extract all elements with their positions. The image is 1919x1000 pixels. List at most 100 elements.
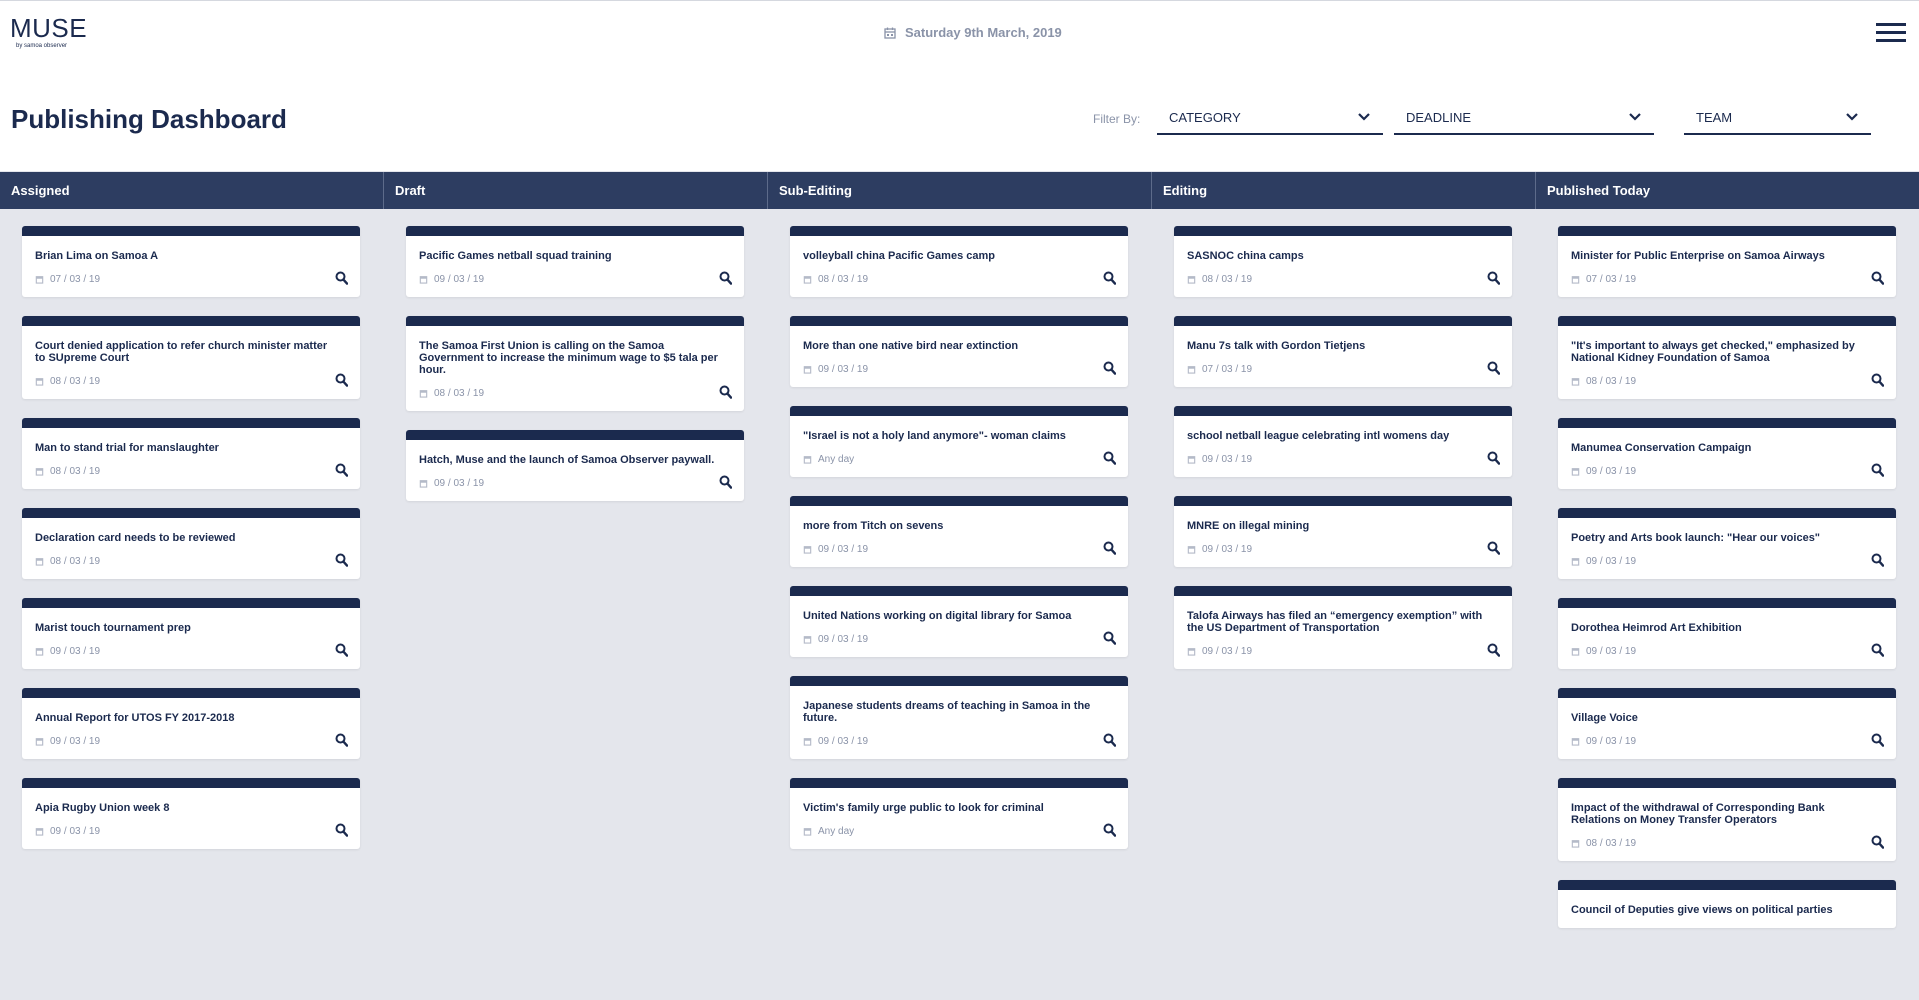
calendar-icon bbox=[1571, 648, 1580, 656]
magnifier-icon[interactable] bbox=[1103, 823, 1116, 837]
magnifier-icon[interactable] bbox=[1871, 373, 1884, 387]
story-card[interactable]: Victim's family urge public to look for … bbox=[790, 778, 1128, 849]
story-card[interactable]: Dorothea Heimrod Art Exhibition 09 / 03 /… bbox=[1558, 598, 1896, 669]
magnifier-icon[interactable] bbox=[1871, 835, 1884, 849]
deadline-filter-dropdown[interactable]: DEADLINE bbox=[1394, 101, 1654, 135]
story-deadline: 07 / 03 / 19 bbox=[35, 274, 348, 285]
story-date-text: Any day bbox=[818, 826, 855, 837]
hamburger-menu-icon[interactable] bbox=[1876, 23, 1906, 43]
magnifier-icon[interactable] bbox=[335, 271, 348, 285]
story-card[interactable]: More than one native bird near extinctio… bbox=[790, 316, 1128, 387]
story-card[interactable]: more from Titch on sevens 09 / 03 / 19 bbox=[790, 496, 1128, 567]
story-card[interactable]: "It's important to always get checked," … bbox=[1558, 316, 1896, 399]
magnifier-icon[interactable] bbox=[1103, 451, 1116, 465]
story-date-text: 09 / 03 / 19 bbox=[1586, 646, 1637, 657]
magnifier-icon[interactable] bbox=[719, 385, 732, 399]
story-deadline: 09 / 03 / 19 bbox=[419, 274, 732, 285]
magnifier-icon[interactable] bbox=[1487, 271, 1500, 285]
magnifier-icon[interactable] bbox=[1487, 451, 1500, 465]
magnifier-icon[interactable] bbox=[1487, 643, 1500, 657]
story-card[interactable]: school netball league celebrating intl w… bbox=[1174, 406, 1512, 477]
calendar-icon bbox=[1187, 546, 1196, 554]
magnifier-icon[interactable] bbox=[335, 553, 348, 567]
magnifier-icon[interactable] bbox=[1871, 643, 1884, 657]
story-card[interactable]: Manumea Conservation Campaign 09 / 03 / 1… bbox=[1558, 418, 1896, 489]
story-card[interactable]: SASNOC china camps 08 / 03 / 19 bbox=[1174, 226, 1512, 297]
magnifier-icon[interactable] bbox=[1871, 553, 1884, 567]
story-deadline: 09 / 03 / 19 bbox=[35, 826, 348, 837]
story-card[interactable]: Talofa Airways has filed an “emergency e… bbox=[1174, 586, 1512, 669]
magnifier-icon[interactable] bbox=[1103, 361, 1116, 375]
magnifier-icon[interactable] bbox=[1871, 463, 1884, 477]
magnifier-icon[interactable] bbox=[719, 475, 732, 489]
story-title: Man to stand trial for manslaughter bbox=[35, 442, 219, 454]
story-card[interactable]: "Israel is not a holy land anymore"- wom… bbox=[790, 406, 1128, 477]
story-card[interactable]: Declaration card needs to be reviewed 08 … bbox=[22, 508, 360, 579]
category-filter-dropdown[interactable]: CATEGORY bbox=[1157, 101, 1383, 135]
story-card[interactable]: Council of Deputies give views on politi… bbox=[1558, 880, 1896, 928]
story-deadline: 09 / 03 / 19 bbox=[803, 634, 1116, 645]
magnifier-icon[interactable] bbox=[1103, 733, 1116, 747]
chevron-down-icon bbox=[1629, 113, 1641, 121]
story-card[interactable]: Marist touch tournament prep 09 / 03 / 19 bbox=[22, 598, 360, 669]
calendar-icon bbox=[1571, 738, 1580, 746]
story-title: More than one native bird near extinctio… bbox=[803, 340, 1019, 352]
story-card[interactable]: Japanese students dreams of teaching in … bbox=[790, 676, 1128, 759]
story-date-text: 09 / 03 / 19 bbox=[434, 274, 485, 285]
story-deadline: 07 / 03 / 19 bbox=[1187, 364, 1500, 375]
story-deadline: 08 / 03 / 19 bbox=[1187, 274, 1500, 285]
story-card[interactable]: Impact of the withdrawal of Correspondin… bbox=[1558, 778, 1896, 861]
story-card[interactable]: Hatch, Muse and the launch of Samoa Obse… bbox=[406, 430, 744, 501]
story-title: "It's important to always get checked," … bbox=[1571, 340, 1855, 364]
story-card[interactable]: United Nations working on digital librar… bbox=[790, 586, 1128, 657]
story-card[interactable]: volleyball china Pacific Games camp 08 / … bbox=[790, 226, 1128, 297]
magnifier-icon[interactable] bbox=[1871, 271, 1884, 285]
story-deadline: 09 / 03 / 19 bbox=[803, 736, 1116, 747]
calendar-icon bbox=[1571, 378, 1580, 386]
story-card[interactable]: Pacific Games netball squad training 09 /… bbox=[406, 226, 744, 297]
team-filter-dropdown[interactable]: TEAM bbox=[1684, 101, 1871, 135]
calendar-icon bbox=[803, 456, 812, 464]
story-title: Village Voice bbox=[1571, 712, 1638, 724]
story-card[interactable]: Poetry and Arts book launch: "Hear our v… bbox=[1558, 508, 1896, 579]
magnifier-icon[interactable] bbox=[1871, 733, 1884, 747]
story-title: Poetry and Arts book launch: "Hear our v… bbox=[1571, 532, 1821, 544]
story-card[interactable]: Apia Rugby Union week 8 09 / 03 / 19 bbox=[22, 778, 360, 849]
story-card[interactable]: The Samoa First Union is calling on the … bbox=[406, 316, 744, 411]
story-card[interactable]: Village Voice 09 / 03 / 19 bbox=[1558, 688, 1896, 759]
magnifier-icon[interactable] bbox=[1487, 361, 1500, 375]
story-card[interactable]: Brian Lima on Samoa A 07 / 03 / 19 bbox=[22, 226, 360, 297]
story-card[interactable]: Annual Report for UTOS FY 2017-2018 09 / … bbox=[22, 688, 360, 759]
story-card[interactable]: Minister for Public Enterprise on Samoa … bbox=[1558, 226, 1896, 297]
magnifier-icon[interactable] bbox=[335, 733, 348, 747]
story-date-text: 09 / 03 / 19 bbox=[50, 826, 101, 837]
story-deadline: 09 / 03 / 19 bbox=[35, 646, 348, 657]
magnifier-icon[interactable] bbox=[1103, 541, 1116, 555]
story-title: Manumea Conservation Campaign bbox=[1571, 442, 1752, 454]
story-date-text: 09 / 03 / 19 bbox=[818, 544, 869, 555]
magnifier-icon[interactable] bbox=[1103, 271, 1116, 285]
magnifier-icon[interactable] bbox=[335, 463, 348, 477]
story-date-text: 08 / 03 / 19 bbox=[818, 274, 869, 285]
magnifier-icon[interactable] bbox=[1487, 541, 1500, 555]
calendar-icon bbox=[1571, 276, 1580, 284]
story-title: Hatch, Muse and the launch of Samoa Obse… bbox=[419, 454, 715, 466]
story-card[interactable]: Manu 7s talk with Gordon Tietjens 07 / 03… bbox=[1174, 316, 1512, 387]
story-deadline: Any day bbox=[803, 454, 1116, 465]
magnifier-icon[interactable] bbox=[719, 271, 732, 285]
magnifier-icon[interactable] bbox=[1103, 631, 1116, 645]
story-card[interactable]: Man to stand trial for manslaughter 08 / … bbox=[22, 418, 360, 489]
story-title: Marist touch tournament prep bbox=[35, 622, 191, 634]
story-deadline: 08 / 03 / 19 bbox=[35, 466, 348, 477]
story-card[interactable]: MNRE on illegal mining 09 / 03 / 19 bbox=[1174, 496, 1512, 567]
magnifier-icon[interactable] bbox=[335, 643, 348, 657]
story-title: more from Titch on sevens bbox=[803, 520, 944, 532]
story-date-text: 09 / 03 / 19 bbox=[1586, 736, 1637, 747]
muse-logo[interactable]: MUSE by samoa observer bbox=[10, 15, 87, 49]
magnifier-icon[interactable] bbox=[335, 373, 348, 387]
magnifier-icon[interactable] bbox=[335, 823, 348, 837]
story-card[interactable]: Court denied application to refer church… bbox=[22, 316, 360, 399]
story-date-text: 08 / 03 / 19 bbox=[434, 388, 485, 399]
story-date-text: 09 / 03 / 19 bbox=[818, 364, 869, 375]
story-date-text: 07 / 03 / 19 bbox=[1202, 364, 1253, 375]
